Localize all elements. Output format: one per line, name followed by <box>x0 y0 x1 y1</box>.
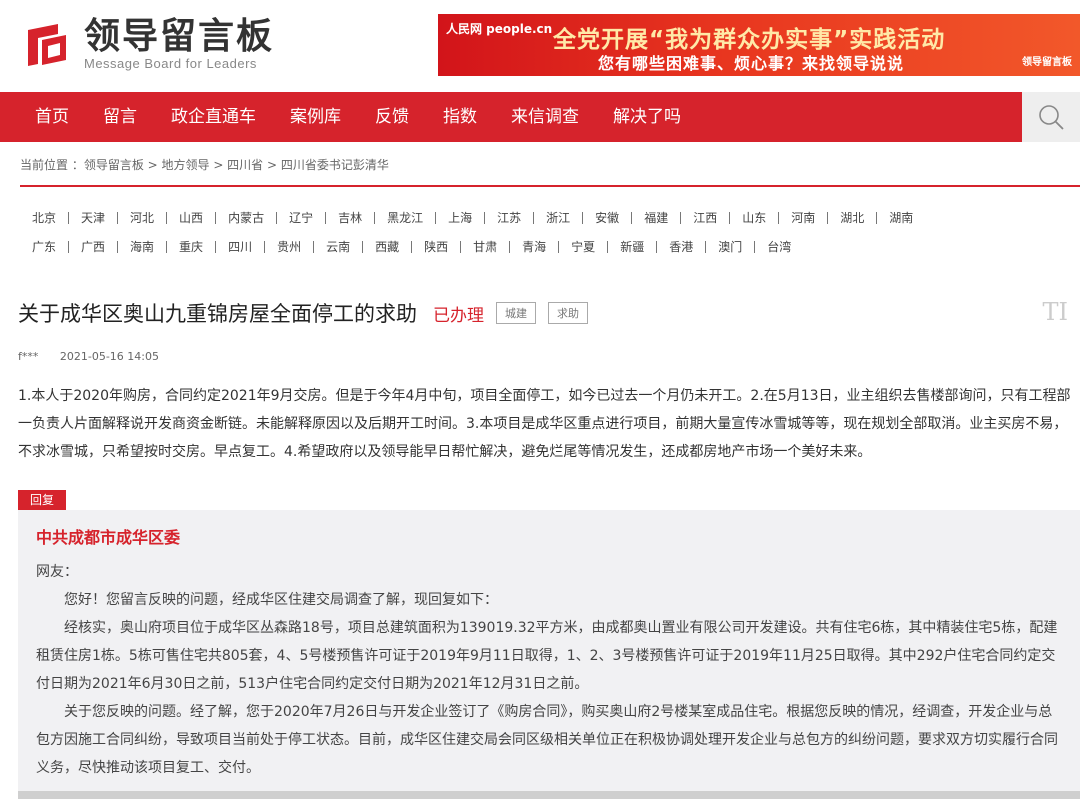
reply-badge: 回复 <box>18 490 67 510</box>
people-logo: 人民网 people.cn <box>446 22 553 36</box>
region-link[interactable]: 香港 <box>656 241 705 253</box>
banner-subline: 您有哪些困难事、烦心事？来找领导说说 <box>598 54 905 73</box>
nav-cases[interactable]: 案例库 <box>273 92 358 142</box>
font-size-toggle-icon[interactable]: TI <box>1043 298 1069 326</box>
region-link[interactable]: 澳门 <box>705 241 754 253</box>
nav-solved[interactable]: 解决了吗 <box>596 92 698 142</box>
status-badge: 已办理 <box>433 305 484 326</box>
region-list: 北京 天津 河北 山西 内蒙古 辽宁 吉林 黑龙江 上海 江苏 浙江 安徽 福建 江西 山东 河南 湖北 湖南 广… <box>18 204 1080 262</box>
region-link[interactable]: 重庆 <box>166 241 215 253</box>
region-link[interactable]: 湖北 <box>827 212 876 224</box>
region-link[interactable]: 安徽 <box>582 212 631 224</box>
region-link[interactable]: 甘肃 <box>460 241 509 253</box>
nav-feedback[interactable]: 反馈 <box>358 92 426 142</box>
region-link[interactable]: 西藏 <box>362 241 411 253</box>
region-link[interactable]: 福建 <box>631 212 680 224</box>
reply-org: 中共成都市成华区委 <box>36 528 181 547</box>
nav-enterprise[interactable]: 政企直通车 <box>154 92 273 142</box>
nav-message[interactable]: 留言 <box>86 92 154 142</box>
region-link[interactable]: 宁夏 <box>558 241 607 253</box>
reply-paragraph: 您好！您留言反映的问题，经成华区住建交局调查了解，现回复如下： <box>64 592 498 608</box>
divider <box>20 185 1080 187</box>
campaign-banner[interactable]: 人民网 people.cn 全党开展“我为群众办实事”实践活动 您有哪些困难事、… <box>438 14 1080 76</box>
region-link[interactable]: 海南 <box>117 241 166 253</box>
reply-paragraph: 关于您反映的问题。经了解，您于2020年7月26日与开发企业签订了《购房合同》，… <box>36 704 1058 776</box>
search-button[interactable] <box>1022 92 1080 142</box>
breadcrumb[interactable]: 当前位置 ：领导留言板 > 地方领导 > 四川省 > 四川省委书记彭清华 <box>20 156 389 173</box>
reply-greeting: 网友： <box>36 564 78 580</box>
nav-survey[interactable]: 来信调查 <box>494 92 596 142</box>
region-link[interactable]: 四川 <box>215 241 264 253</box>
reply-content: 网友： 您好！您留言反映的问题，经成华区住建交局调查了解，现回复如下： 经核实，… <box>36 558 1066 782</box>
region-link[interactable]: 吉林 <box>325 212 374 224</box>
region-link[interactable]: 河北 <box>117 212 166 224</box>
region-link[interactable]: 青海 <box>509 241 558 253</box>
region-link[interactable]: 湖南 <box>876 212 925 224</box>
post-title: 关于成华区奥山九重锦房屋全面停工的求助 <box>18 302 417 326</box>
tag-urban-construction[interactable]: 城建 <box>496 302 536 324</box>
post-title-row: 关于成华区奥山九重锦房屋全面停工的求助 已办理 城建 求助 <box>18 298 588 328</box>
region-link[interactable]: 台湾 <box>754 241 803 253</box>
region-link[interactable]: 内蒙古 <box>215 212 276 224</box>
logo-mark-icon <box>20 20 74 70</box>
region-row-2: 广东 广西 海南 重庆 四川 贵州 云南 西藏 陕西 甘肃 青海 宁夏 新疆 香港 澳门 台湾 <box>18 233 1080 262</box>
banner-brand: 领导留言板 <box>1022 57 1072 68</box>
search-icon <box>1039 105 1064 130</box>
region-link[interactable]: 江西 <box>680 212 729 224</box>
site-header: 领导留言板 Message Board for Leaders 人民网 peop… <box>0 0 1080 92</box>
post-date: 2021-05-16 14:05 <box>59 350 159 363</box>
site-logo[interactable]: 领导留言板 Message Board for Leaders <box>20 18 274 71</box>
region-link[interactable]: 河南 <box>778 212 827 224</box>
region-link[interactable]: 贵州 <box>264 241 313 253</box>
banner-headline: 全党开展“我为群众办实事”实践活动 <box>553 27 946 53</box>
nav-index[interactable]: 指数 <box>426 92 494 142</box>
post-body: 1.本人于2020年购房，合同约定2021年9月交房。但是于今年4月中旬，项目全… <box>18 388 1071 460</box>
region-row-1: 北京 天津 河北 山西 内蒙古 辽宁 吉林 黑龙江 上海 江苏 浙江 安徽 福建 江西 山东 河南 湖北 湖南 <box>18 204 1080 233</box>
region-link[interactable]: 天津 <box>68 212 117 224</box>
nav-home[interactable]: 首页 <box>0 92 86 142</box>
reply-box: 中共成都市成华区委 网友： 您好！您留言反映的问题，经成华区住建交局调查了解，现… <box>18 510 1080 799</box>
region-link[interactable]: 江苏 <box>484 212 533 224</box>
post-author: f*** <box>18 350 39 363</box>
region-link[interactable]: 北京 <box>18 212 68 224</box>
post-meta: f*** 2021-05-16 14:05 <box>18 350 159 363</box>
logo-subtitle: Message Board for Leaders <box>84 56 257 71</box>
region-link[interactable]: 山东 <box>729 212 778 224</box>
region-link[interactable]: 上海 <box>435 212 484 224</box>
region-link[interactable]: 山西 <box>166 212 215 224</box>
region-link[interactable]: 新疆 <box>607 241 656 253</box>
tag-help[interactable]: 求助 <box>548 302 588 324</box>
horizontal-scrollbar[interactable] <box>18 791 1080 799</box>
region-link[interactable]: 辽宁 <box>276 212 325 224</box>
region-link[interactable]: 黑龙江 <box>374 212 435 224</box>
logo-title: 领导留言板 <box>84 16 275 57</box>
region-link[interactable]: 云南 <box>313 241 362 253</box>
region-link[interactable]: 广东 <box>18 241 68 253</box>
region-link[interactable]: 陕西 <box>411 241 460 253</box>
reply-paragraph: 经核实，奥山府项目位于成华区丛森路18号，项目总建筑面积为139019.32平方… <box>36 620 1058 692</box>
main-nav: 首页 留言 政企直通车 案例库 反馈 指数 来信调查 解决了吗 <box>0 92 1080 142</box>
region-link[interactable]: 浙江 <box>533 212 582 224</box>
region-link[interactable]: 广西 <box>68 241 117 253</box>
